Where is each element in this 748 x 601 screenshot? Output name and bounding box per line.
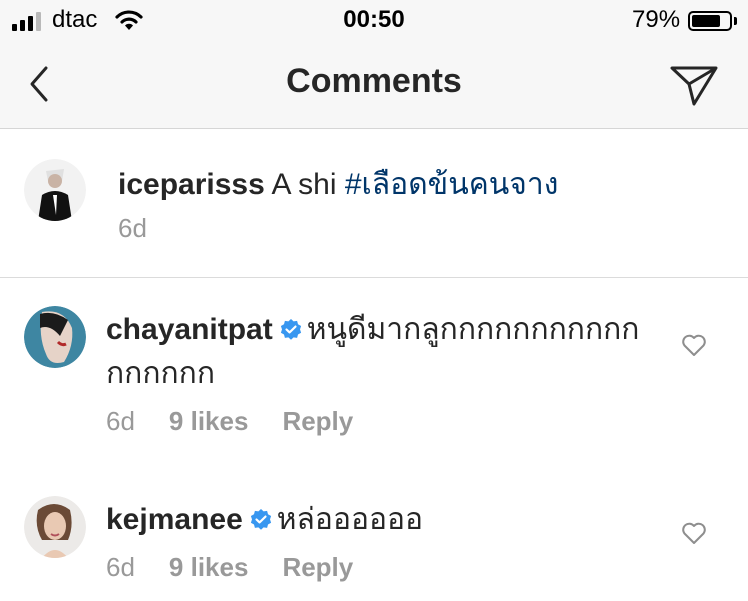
- reply-button[interactable]: Reply: [282, 552, 353, 583]
- caption-body: A shi: [271, 168, 337, 201]
- comment-meta: 6d 9 likes Reply: [106, 552, 387, 583]
- caption-timestamp: 6d: [118, 213, 147, 243]
- page-title: Comments: [286, 62, 462, 100]
- battery-percent: 79%: [632, 6, 681, 33]
- comment-body: หล่ออออออ: [276, 503, 424, 536]
- reply-button[interactable]: Reply: [282, 406, 353, 437]
- comment-likes[interactable]: 9 likes: [169, 552, 249, 583]
- comment-timestamp: 6d: [106, 406, 135, 436]
- caption-username[interactable]: iceparisss: [118, 168, 265, 201]
- comment-item: chayanitpat หนูดีมากลูกกกกกกกกกกกกกกกกก …: [0, 278, 748, 458]
- post-caption: iceparisss A shi #เลือดข้นคนจาง 6d: [0, 129, 748, 278]
- paper-plane-icon[interactable]: [668, 60, 720, 108]
- comment-timestamp: 6d: [106, 552, 135, 582]
- profile-photo-icon: [24, 496, 86, 558]
- status-bar: dtac 00:50 79%: [0, 0, 748, 40]
- battery-tip: [734, 17, 737, 25]
- heart-icon[interactable]: [681, 333, 707, 357]
- verified-badge-icon: [250, 509, 271, 530]
- comment-meta: 6d 9 likes Reply: [106, 406, 387, 437]
- heart-icon[interactable]: [681, 521, 707, 545]
- battery-icon: [688, 11, 732, 31]
- comment-likes[interactable]: 9 likes: [169, 406, 249, 437]
- comment-username[interactable]: kejmanee: [106, 503, 243, 536]
- verified-badge-icon: [280, 319, 301, 340]
- profile-photo-icon: [24, 159, 86, 221]
- comment-text: chayanitpat หนูดีมากลูกกกกกกกกกกกกกกกกก: [106, 308, 656, 396]
- comment-item: kejmanee หล่ออออออ 6d 9 likes Reply: [0, 478, 748, 601]
- comment-text: kejmanee หล่ออออออ: [106, 498, 656, 542]
- avatar[interactable]: [24, 159, 86, 221]
- avatar[interactable]: [24, 496, 86, 558]
- comment-username[interactable]: chayanitpat: [106, 313, 273, 346]
- caption-text: iceparisss A shi #เลือดข้นคนจาง: [118, 165, 558, 205]
- nav-bar: Comments: [0, 40, 748, 129]
- profile-photo-icon: [24, 306, 86, 368]
- caption-hashtag[interactable]: #เลือดข้นคนจาง: [345, 168, 559, 201]
- avatar[interactable]: [24, 306, 86, 368]
